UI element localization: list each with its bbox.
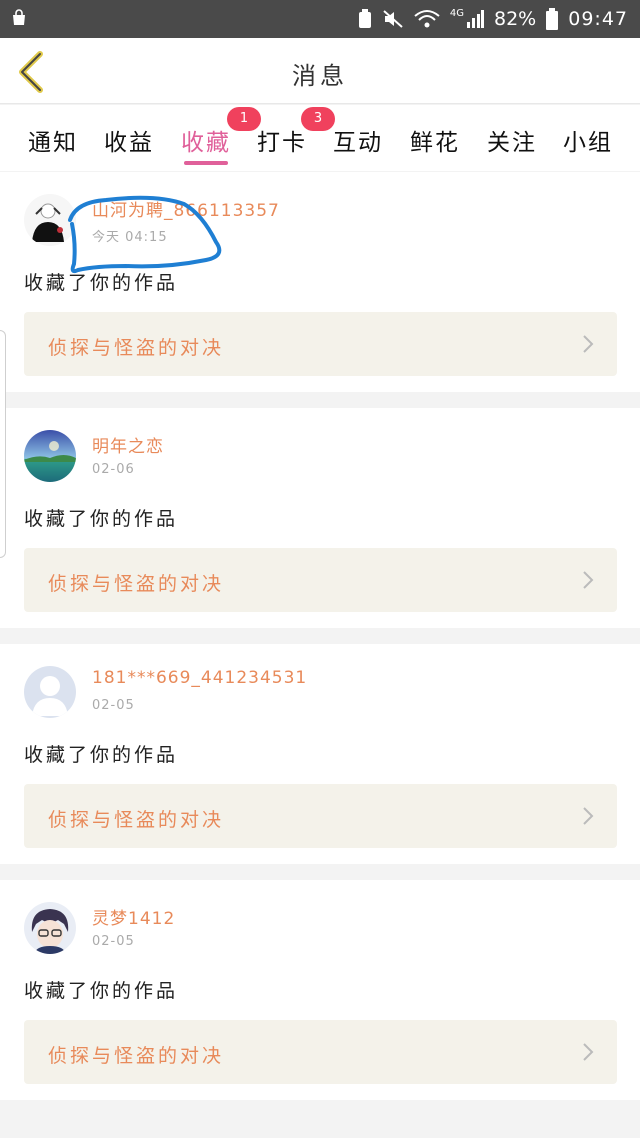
- timestamp: 今天 04:15: [92, 230, 168, 245]
- chevron-right-icon: [583, 335, 594, 353]
- chevron-right-icon: [583, 1043, 594, 1061]
- tab-favorites[interactable]: 收藏 1: [181, 107, 261, 157]
- work-title: 侦探与怪盗的对决: [48, 573, 225, 595]
- avatar-figure-icon: [24, 194, 76, 246]
- avatar-default-icon: [24, 666, 76, 718]
- battery-saver-icon: [358, 9, 371, 28]
- username[interactable]: 明年之恋: [92, 432, 164, 457]
- chevron-right-icon: [583, 571, 594, 589]
- tab-notifications[interactable]: 通知: [28, 123, 78, 157]
- tab-favorites-label: 收藏: [181, 130, 231, 156]
- avatar-landscape-icon: [24, 430, 76, 482]
- timestamp: 02-05: [92, 698, 135, 713]
- checkin-count-badge: 3: [301, 107, 335, 131]
- mute-icon: [383, 10, 403, 28]
- action-text: 收藏了你的作品: [24, 980, 179, 1002]
- work-title: 侦探与怪盗的对决: [48, 1045, 225, 1067]
- avatar[interactable]: [24, 194, 76, 246]
- status-bar: 4G 82% 09:47: [0, 0, 640, 38]
- signal-icon: [467, 10, 484, 28]
- side-drawer-handle[interactable]: [0, 330, 6, 558]
- wifi-icon: [414, 10, 440, 28]
- message-card: 明年之恋 02-06 收藏了你的作品 侦探与怪盗的对决: [0, 408, 640, 628]
- work-link[interactable]: 侦探与怪盗的对决: [24, 1020, 617, 1084]
- avatar-anime-icon: [24, 902, 76, 954]
- tab-bar: 通知 收益 收藏 1 打卡 3 互动 鲜花 关注 小组: [0, 105, 640, 171]
- tab-checkin-label: 打卡: [257, 130, 307, 156]
- avatar[interactable]: [24, 666, 76, 718]
- tab-earnings[interactable]: 收益: [104, 123, 154, 157]
- work-title: 侦探与怪盗的对决: [48, 809, 225, 831]
- work-link[interactable]: 侦探与怪盗的对决: [24, 548, 617, 612]
- avatar[interactable]: [24, 430, 76, 482]
- message-card: 山河为聘_866113357 今天 04:15 收藏了你的作品 侦探与怪盗的对决: [0, 172, 640, 392]
- message-card: 181***669_441234531 02-05 收藏了你的作品 侦探与怪盗的…: [0, 644, 640, 864]
- active-tab-indicator: [184, 161, 228, 165]
- clock: 09:47: [568, 8, 628, 30]
- tab-flowers[interactable]: 鲜花: [410, 123, 460, 157]
- tab-follows[interactable]: 关注: [487, 123, 537, 157]
- tab-checkin[interactable]: 打卡 3: [257, 107, 335, 157]
- shopping-bag-icon: [13, 9, 25, 25]
- favorites-count-badge: 1: [227, 107, 261, 131]
- work-link[interactable]: 侦探与怪盗的对决: [24, 312, 617, 376]
- work-title: 侦探与怪盗的对决: [48, 337, 225, 359]
- username[interactable]: 灵梦1412: [92, 904, 175, 929]
- work-link[interactable]: 侦探与怪盗的对决: [24, 784, 617, 848]
- action-text: 收藏了你的作品: [24, 744, 179, 766]
- battery-icon: [546, 8, 559, 30]
- tab-interactions[interactable]: 互动: [333, 123, 383, 157]
- message-card: 灵梦1412 02-05 收藏了你的作品 侦探与怪盗的对决: [0, 880, 640, 1100]
- header-bar: 消息: [0, 38, 640, 104]
- username[interactable]: 181***669_441234531: [92, 668, 307, 688]
- timestamp: 02-05: [92, 934, 135, 949]
- avatar[interactable]: [24, 902, 76, 954]
- username[interactable]: 山河为聘_866113357: [92, 196, 280, 221]
- chevron-right-icon: [583, 807, 594, 825]
- action-text: 收藏了你的作品: [24, 508, 179, 530]
- network-type: 4G: [449, 7, 464, 19]
- tab-groups[interactable]: 小组: [563, 123, 613, 157]
- page-title: 消息: [292, 62, 348, 90]
- battery-percent: 82%: [494, 8, 537, 30]
- timestamp: 02-06: [92, 462, 135, 477]
- action-text: 收藏了你的作品: [24, 272, 179, 294]
